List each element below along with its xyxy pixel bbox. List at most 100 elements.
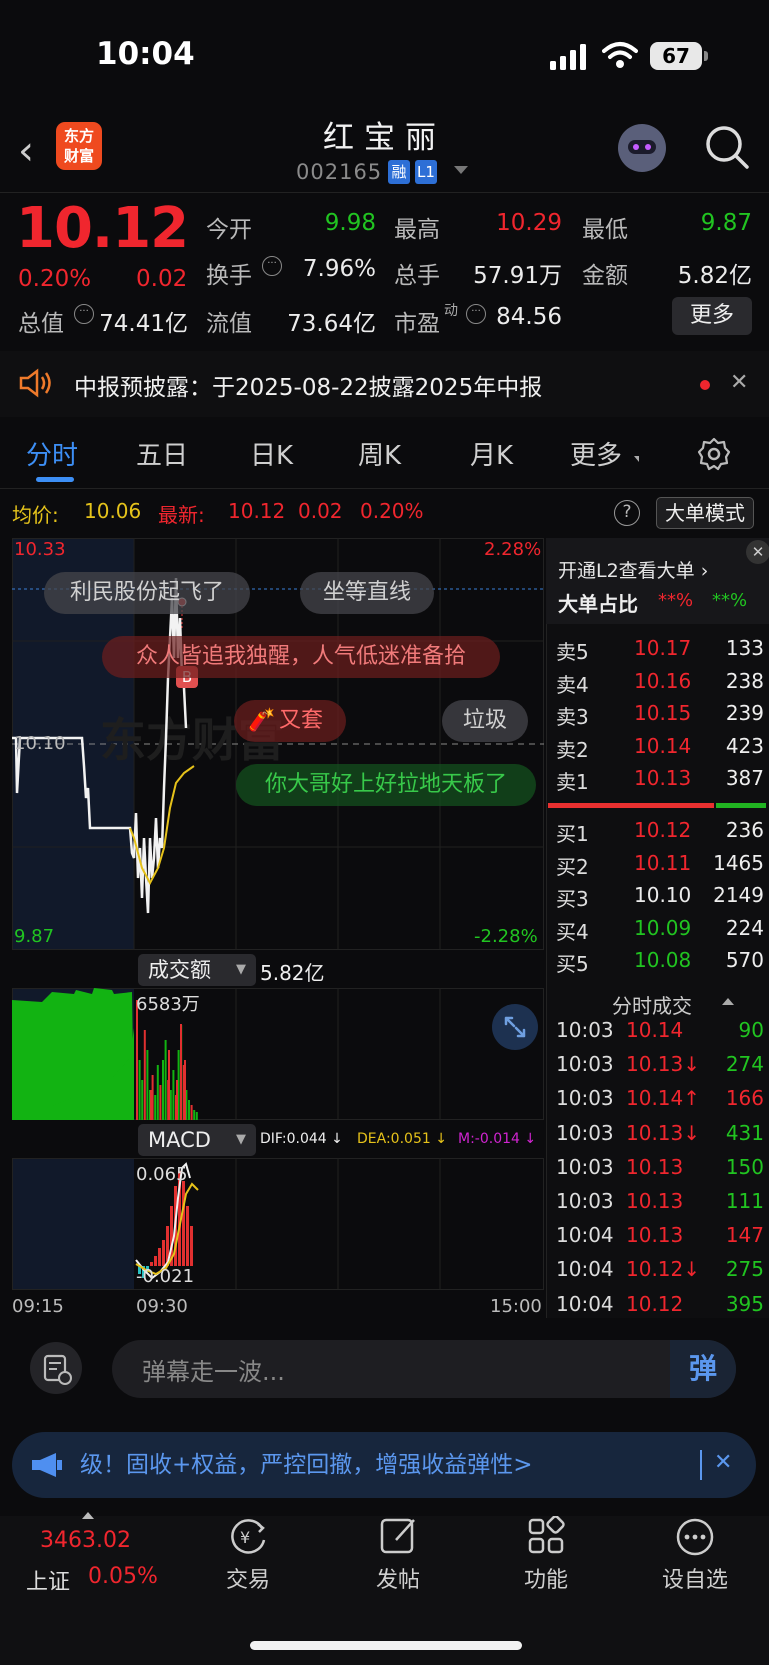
info-icon[interactable]: ···	[74, 304, 94, 324]
chevron-down-icon[interactable]	[454, 166, 468, 174]
chevron-up-icon[interactable]	[82, 1512, 94, 1519]
tab-daily-k[interactable]: 日K	[250, 435, 293, 472]
volume-bar	[150, 1090, 152, 1120]
order-volume: 238	[725, 668, 764, 693]
time-axis-close: 15:00	[490, 1296, 542, 1317]
ask-row[interactable]: 卖2 10.14 423	[556, 734, 764, 766]
order-level-label: 卖4	[556, 672, 589, 697]
l2-promo-text[interactable]: 开通L2查看大单 ›	[558, 556, 708, 583]
tick-price: 10.12	[626, 1291, 684, 1316]
tab-five-day[interactable]: 五日	[136, 435, 188, 472]
ask-row[interactable]: 卖5 10.17 133	[556, 636, 764, 668]
macd-indicator-select[interactable]: MACD ▼	[138, 1124, 256, 1156]
expand-icon[interactable]	[492, 1004, 538, 1050]
help-icon[interactable]: ?	[614, 500, 640, 526]
post-icon[interactable]	[378, 1516, 420, 1556]
bid-row[interactable]: 买5 10.08 570	[556, 948, 764, 980]
big-order-mode-button[interactable]: 大单模式	[656, 497, 754, 529]
tab-more[interactable]: 更多	[570, 435, 622, 472]
ask-row[interactable]: 卖1 10.13 387	[556, 766, 764, 798]
bid-row[interactable]: 买3 10.10 2149	[556, 883, 764, 915]
tick-volume: 395	[725, 1291, 764, 1316]
order-volume: 423	[725, 733, 764, 758]
index-percent[interactable]: 0.05%	[88, 1564, 158, 1589]
search-icon[interactable]	[704, 124, 750, 170]
float-value: 73.64亿	[287, 311, 376, 337]
tick-row[interactable]: 10:04 10.12↓ 275	[556, 1257, 764, 1289]
divider	[700, 1450, 702, 1480]
functions-icon[interactable]	[526, 1516, 566, 1556]
volume-bar	[143, 1030, 146, 1120]
tick-time: 10:04	[556, 1223, 614, 1248]
tick-price: 10.14↑	[626, 1086, 701, 1111]
bid-row[interactable]: 买1 10.12 236	[556, 818, 764, 850]
axis-pct-top: 2.28%	[484, 539, 542, 560]
nav-functions[interactable]: 功能	[496, 1562, 596, 1594]
tick-row[interactable]: 10:03 10.13 111	[556, 1189, 764, 1221]
chevron-up-icon[interactable]	[722, 998, 734, 1005]
nav-post[interactable]: 发帖	[348, 1562, 448, 1594]
nav-watchlist[interactable]: 设自选	[645, 1562, 745, 1594]
tick-row[interactable]: 10:03 10.14 90	[556, 1018, 764, 1050]
speaker-icon	[19, 368, 51, 398]
bid-row[interactable]: 买2 10.11 1465	[556, 851, 764, 883]
danmu-bubble[interactable]: 利民股份起飞了	[44, 572, 250, 614]
volume-bar	[176, 1080, 178, 1120]
ask-row[interactable]: 卖3 10.15 239	[556, 701, 764, 733]
status-bar: 10:04 67	[0, 0, 769, 110]
notice-text[interactable]: 中报预披露：于2025-08-22披露2025年中报	[74, 368, 542, 402]
index-name[interactable]: 上证	[26, 1564, 70, 1596]
danmu-bubble[interactable]: 垃圾	[442, 700, 528, 742]
amount-label: 金额	[582, 263, 628, 289]
order-volume: 239	[725, 701, 764, 725]
settings-gear-icon[interactable]	[697, 437, 731, 471]
tab-weekly-k[interactable]: 周K	[358, 435, 401, 472]
volume-bar	[154, 1095, 157, 1120]
close-icon[interactable]: ✕	[714, 1450, 732, 1475]
close-icon[interactable]: ✕	[730, 370, 748, 395]
info-icon[interactable]: ···	[262, 256, 282, 276]
stock-code: 002165	[296, 160, 383, 184]
danmu-placeholder[interactable]: 弹幕走一波...	[142, 1352, 285, 1387]
tick-time: 10:04	[556, 1257, 614, 1282]
volume-bar	[172, 1070, 175, 1120]
tick-volume: 111	[725, 1189, 764, 1213]
latest-change: 0.02	[298, 499, 343, 523]
index-value[interactable]: 3463.02	[40, 1528, 131, 1553]
bid-row[interactable]: 买4 10.09 224	[556, 916, 764, 948]
danmu-settings-icon[interactable]	[30, 1342, 82, 1394]
volume-value: 57.91万	[473, 263, 562, 289]
tick-row[interactable]: 10:03 10.13↓ 274	[556, 1052, 764, 1084]
tick-row[interactable]: 10:03 10.13↓ 431	[556, 1121, 764, 1153]
nav-trade[interactable]: 交易	[198, 1562, 298, 1594]
robot-assistant-icon[interactable]	[618, 124, 666, 172]
danmu-bubble[interactable]: 众人皆追我独醒，人气低迷准备拾	[102, 636, 500, 678]
more-button[interactable]: 更多	[672, 297, 752, 335]
signal-icon	[550, 44, 586, 70]
trade-icon[interactable]: ¥	[226, 1516, 270, 1556]
ask-row[interactable]: 卖4 10.16 238	[556, 669, 764, 701]
tick-row[interactable]: 10:03 10.13 150	[556, 1155, 764, 1187]
order-volume: 133	[725, 636, 764, 660]
macd-dea: DEA:0.051 ↓	[357, 1131, 447, 1147]
danmu-send-button[interactable]: 弹	[670, 1340, 736, 1398]
watchlist-icon[interactable]	[674, 1516, 716, 1558]
volume-indicator-select[interactable]: 成交额 ▼	[138, 954, 256, 986]
tab-monthly-k[interactable]: 月K	[470, 435, 513, 472]
tick-row[interactable]: 10:03 10.14↑ 166	[556, 1086, 764, 1118]
danmu-bubble[interactable]: 坐等直线	[300, 572, 434, 614]
volume-bar	[168, 1050, 170, 1120]
tick-volume: 150	[725, 1154, 764, 1179]
tab-intraday[interactable]: 分时	[26, 435, 78, 472]
close-icon[interactable]: ✕	[746, 540, 769, 564]
tab-indicator	[36, 477, 74, 482]
ticks-title[interactable]: 分时成交	[612, 990, 692, 1019]
ad-text[interactable]: 级！固收+权益，严控回撤，增强收益弹性>	[80, 1438, 690, 1492]
danmu-bubble[interactable]: 你大哥好上好拉地天板了	[236, 764, 536, 806]
tick-row[interactable]: 10:04 10.13 147	[556, 1223, 764, 1255]
macd-bar	[190, 1226, 193, 1266]
order-level-label: 买3	[556, 887, 589, 911]
bid-ask-ratio-green	[716, 803, 766, 808]
order-level-label: 卖2	[556, 737, 589, 762]
order-volume: 387	[725, 766, 764, 790]
